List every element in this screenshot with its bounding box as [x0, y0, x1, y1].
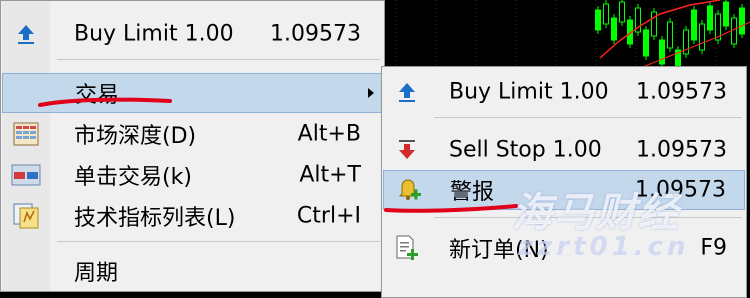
annotation-underline-alert: [384, 204, 518, 213]
chart-context-menu: Buy Limit 1.00 1.09573 交易 市场深度(D) Alt+B: [0, 0, 385, 292]
candle-body: [691, 9, 697, 41]
menu-item-label: Buy Limit 1.00: [74, 21, 234, 47]
submenu-arrow-icon: [368, 88, 374, 98]
new-order-icon: [383, 228, 431, 268]
candle-body: [723, 1, 729, 27]
buy-arrow-icon: [383, 72, 431, 112]
menu-item-shortcut: Alt+T: [299, 162, 361, 188]
menu-item-label: 单击交易(k): [74, 165, 192, 190]
indicators-list-icon: [2, 196, 50, 236]
menu-item-label: 市场深度(D): [74, 124, 197, 149]
menu-item-price: 1.09573: [270, 21, 361, 47]
candle-body: [643, 29, 649, 57]
submenu-item-shortcut: F9: [700, 235, 727, 261]
submenu-item-price: 1.09573: [635, 177, 726, 203]
menu-item-indicators-list[interactable]: 技术指标列表(L) Ctrl+I: [2, 196, 383, 236]
candle-body: [611, 17, 617, 41]
submenu-item-price: 1.09573: [636, 137, 727, 163]
candle-body: [731, 17, 737, 45]
candle-body: [651, 11, 657, 37]
trading-submenu: Buy Limit 1.00 1.09573 Sell Stop 1.00 1.…: [381, 66, 747, 298]
menu-item-one-click-trading[interactable]: 单击交易(k) Alt+T: [2, 155, 383, 195]
menu-separator: [57, 241, 380, 242]
menu-item-market-depth[interactable]: 市场深度(D) Alt+B: [2, 114, 383, 154]
submenu-item-label: Buy Limit 1.00: [449, 79, 609, 105]
menu-item-buy-limit[interactable]: Buy Limit 1.00 1.09573: [2, 14, 383, 54]
market-depth-icon: [2, 114, 50, 154]
submenu-item-label: Sell Stop 1.00: [449, 137, 602, 163]
menu-item-label: 周期: [74, 261, 119, 286]
candle-body: [595, 9, 601, 31]
one-click-trading-icon: [2, 155, 50, 195]
candle-body: [739, 7, 745, 35]
menu-item-shortcut: Alt+B: [297, 121, 361, 147]
buy-arrow-icon: [2, 14, 50, 54]
menu-item-timeframe[interactable]: 周期: [2, 251, 383, 291]
candle-body: [699, 23, 705, 51]
menu-item-label: 技术指标列表(L): [74, 206, 236, 231]
candle-body: [667, 21, 673, 49]
submenu-item-price: 1.09573: [636, 79, 727, 105]
submenu-item-label: 新订单(N): [449, 238, 549, 263]
candle-body: [619, 1, 625, 23]
candle-body: [603, 3, 609, 25]
sell-arrow-icon: [383, 130, 431, 170]
submenu-item-new-order[interactable]: 新订单(N) F9: [383, 228, 745, 268]
submenu-item-buy-limit[interactable]: Buy Limit 1.00 1.09573: [383, 72, 745, 112]
submenu-item-sell-stop[interactable]: Sell Stop 1.00 1.09573: [383, 130, 745, 170]
menu-item-shortcut: Ctrl+I: [296, 203, 361, 229]
annotation-underline-trading: [38, 97, 172, 107]
candle-body: [707, 5, 713, 31]
menu-separator: [434, 117, 742, 118]
menu-separator: [57, 59, 380, 60]
